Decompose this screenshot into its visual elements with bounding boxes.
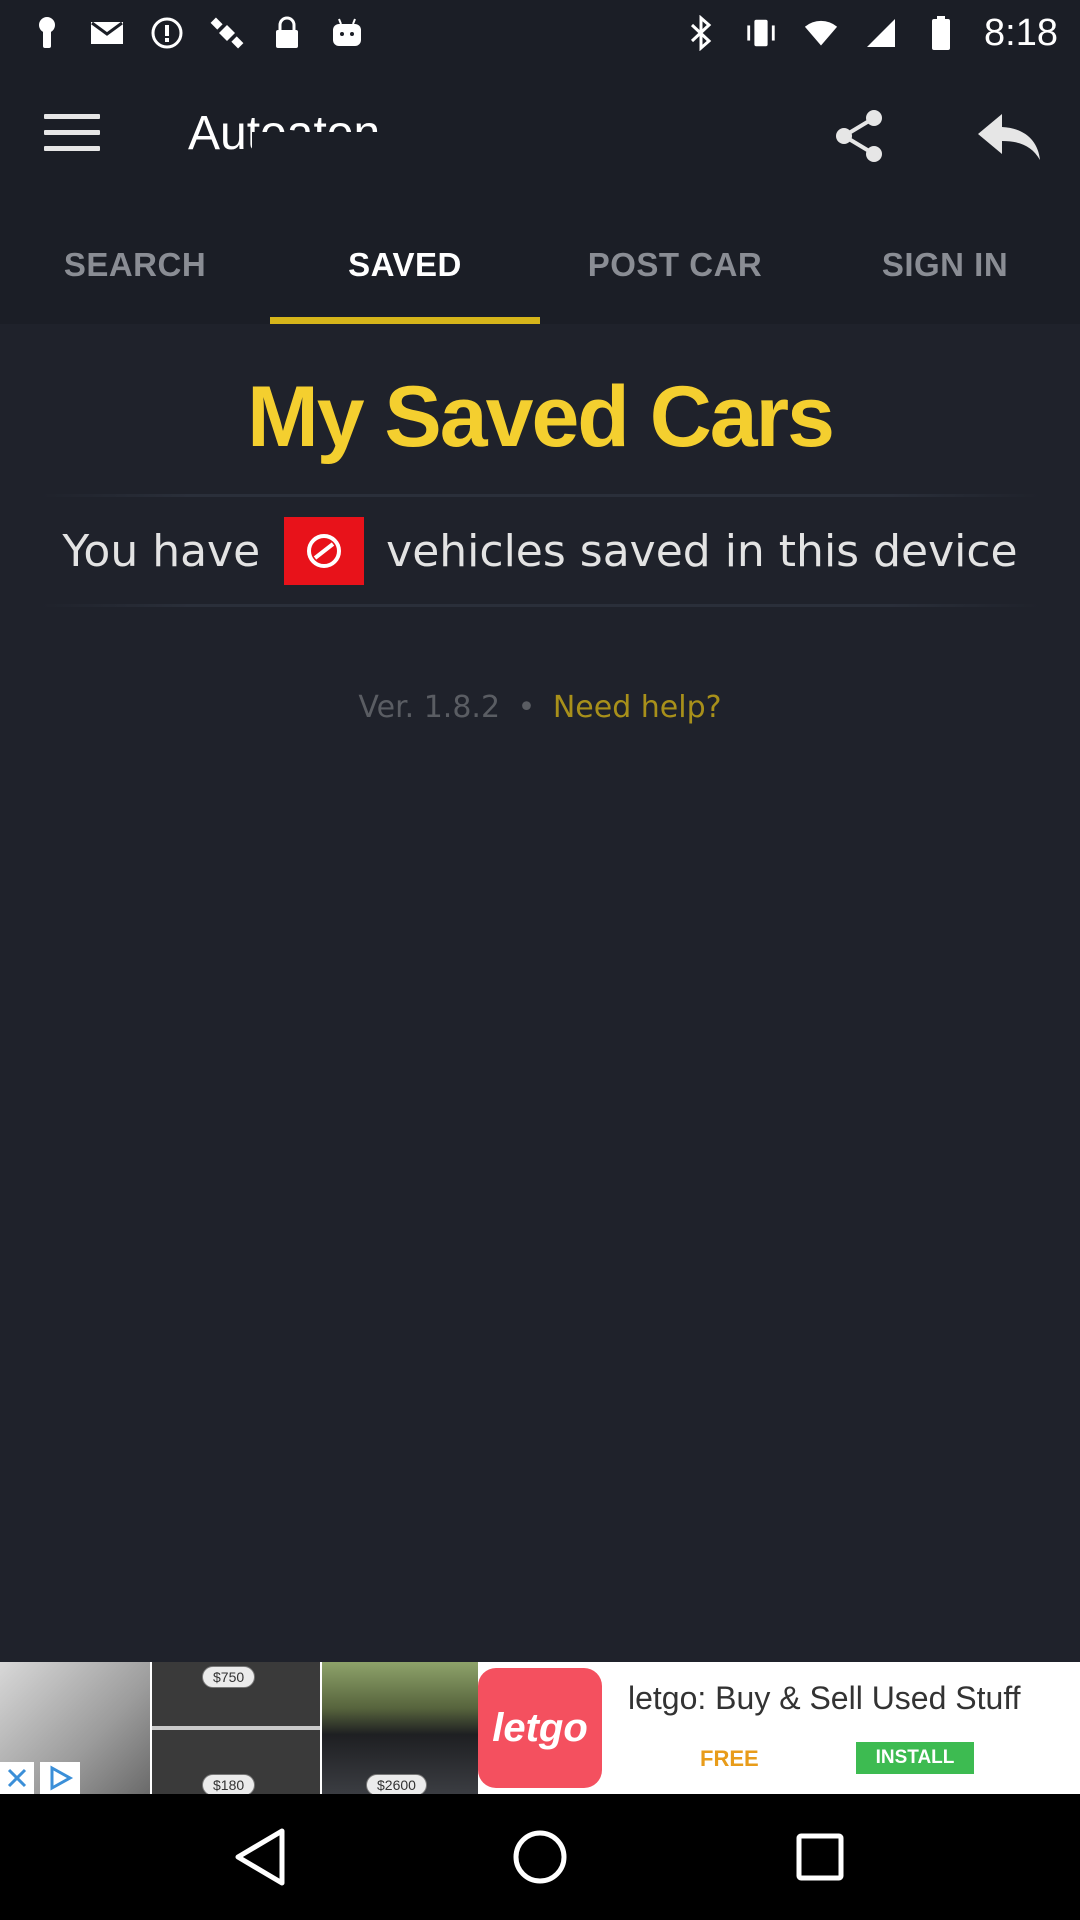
share-icon [836, 110, 882, 162]
tab-bar: SEARCH SAVED POST CAR SIGN IN [0, 206, 1080, 324]
menu-button[interactable] [44, 114, 100, 158]
ad-headline: letgo: Buy & Sell Used Stuff [628, 1680, 1021, 1716]
menu-icon [44, 114, 100, 119]
tab-search[interactable]: SEARCH [0, 206, 270, 324]
battery-icon [924, 16, 958, 50]
nav-back-button[interactable] [220, 1817, 300, 1897]
tab-post-car[interactable]: POST CAR [540, 206, 810, 324]
page-title: My Saved Cars [247, 369, 835, 465]
version-line: Ver. 1.8.2 • Need help? [0, 690, 1080, 725]
need-help-link[interactable]: Need help? [553, 690, 722, 725]
app-bar: Autoaton [0, 66, 1080, 206]
ad-free-label: FREE [700, 1746, 759, 1771]
reply-button[interactable] [976, 110, 1042, 164]
close-icon [7, 1768, 27, 1788]
status-time: 8:18 [984, 11, 1058, 54]
saved-suffix: vehicles saved in this device [386, 525, 1018, 577]
back-triangle-icon [235, 1828, 285, 1886]
ad-logo: letgo [478, 1668, 602, 1788]
ad-choices-icon [50, 1765, 74, 1791]
saved-prefix: You have [62, 525, 261, 577]
saved-count-badge [284, 517, 365, 585]
tab-sign-in[interactable]: SIGN IN [810, 206, 1080, 324]
tab-indicator [270, 317, 540, 324]
home-circle-icon [513, 1830, 567, 1884]
status-left-icons [30, 16, 364, 50]
saved-count-row: You have vehicles saved in this device [0, 516, 1080, 586]
bluetooth-icon [684, 15, 718, 51]
ad-photo-controllers: $750 $180 [152, 1662, 320, 1794]
status-right-icons: 8:18 [684, 12, 1058, 55]
nav-recents-button[interactable] [780, 1817, 860, 1897]
divider-top [40, 494, 1040, 497]
ad-install-button[interactable]: INSTALL [856, 1742, 974, 1774]
lock-icon [270, 16, 304, 50]
keyhole-icon [30, 16, 64, 50]
android-icon [330, 16, 364, 50]
system-nav-bar [0, 1794, 1080, 1920]
nav-home-button[interactable] [500, 1817, 580, 1897]
info-circle-icon [150, 16, 184, 50]
ad-price-tag: $2600 [366, 1774, 427, 1794]
recents-square-icon [796, 1833, 844, 1881]
no-entry-icon [307, 534, 342, 568]
ad-banner[interactable]: $750 $180 $2600 letgo letgo: Buy & Sell … [0, 1662, 1080, 1794]
mail-icon [90, 16, 124, 50]
status-bar: 8:18 [0, 0, 1080, 66]
version-text: Ver. 1.8.2 [358, 690, 501, 725]
signal-icon [864, 16, 898, 50]
app-title-overlay [252, 132, 432, 168]
share-button[interactable] [832, 108, 888, 164]
ad-price-tag: $180 [202, 1774, 256, 1794]
reply-icon [978, 114, 1040, 160]
version-separator: • [517, 690, 536, 725]
divider-bottom [40, 604, 1040, 607]
ad-choices-button[interactable] [40, 1762, 80, 1794]
tab-saved[interactable]: SAVED [270, 206, 540, 324]
wifi-icon [804, 16, 838, 50]
ad-photo-truck: $2600 [322, 1662, 478, 1794]
tab-saved-label: SAVED [348, 246, 462, 283]
ad-price-tag: $750 [202, 1666, 256, 1688]
vibrate-icon [744, 16, 778, 50]
satellite-icon [210, 16, 244, 50]
ad-close-button[interactable] [0, 1762, 34, 1794]
